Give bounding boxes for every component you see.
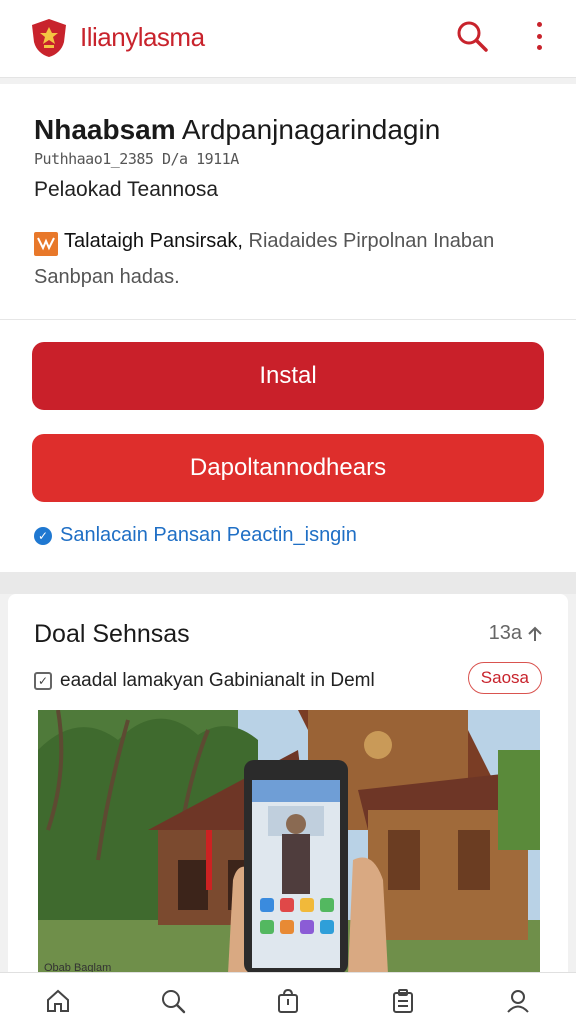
profile-icon	[507, 990, 530, 1013]
house-phone-image	[38, 710, 540, 974]
actions-panel: Instal Dapoltannodhears ✓ Sanlacain Pans…	[0, 320, 576, 572]
search-icon	[161, 990, 185, 1014]
verify-text: Sanlacain Pansan Peactin_isngin	[60, 524, 357, 546]
info-note-bold: Talataigh Pansirsak,	[64, 230, 243, 252]
info-note-muted: Riadaides Pirpolnan Inaban	[248, 230, 495, 252]
app-info-panel: Nhaabsam Ardpanjnagarindagin Puthhaao1_2…	[0, 84, 576, 320]
download-button[interactable]: Dapoltannodhears	[32, 434, 544, 502]
card-row-text: eaadal lamakyan Gabinianalt in Deml	[60, 670, 375, 691]
info-note-line2: Sanbpan hadas.	[34, 266, 180, 288]
top-app-bar: Ilianylasma	[0, 0, 576, 78]
info-note: Talataigh Pansirsak, Riadaides Pirpolnan…	[64, 230, 494, 253]
card-count-value: 13a	[488, 622, 522, 644]
info-heading-light: Ardpanjnagarindagin	[181, 114, 441, 145]
more-vert-icon[interactable]	[528, 18, 550, 54]
checkbox[interactable]: ✓	[34, 672, 52, 690]
info-heading-bold: Nhaabsam	[34, 114, 176, 145]
home-icon	[46, 989, 69, 1012]
nav-clipboard[interactable]	[346, 973, 461, 1024]
search-icon[interactable]	[454, 18, 490, 54]
nav-home[interactable]	[0, 973, 115, 1024]
app-screen: Ilianylasma Nhaabsam Ardpanjnagarindagin…	[0, 0, 576, 1024]
nav-search[interactable]	[115, 973, 230, 1024]
card-title: Doal Sehnsas	[34, 620, 190, 648]
section-divider	[0, 572, 576, 594]
info-heading: Nhaabsam Ardpanjnagarindagin	[34, 114, 440, 146]
install-button[interactable]: Instal	[32, 342, 544, 410]
clipboard-icon	[393, 989, 414, 1013]
info-meta: Puthhaao1_2385 D/a 1911A	[34, 150, 239, 168]
bottom-nav	[0, 972, 576, 1024]
nav-profile[interactable]	[461, 973, 576, 1024]
arrow-up-icon	[528, 626, 542, 641]
bag-icon	[278, 988, 298, 1013]
card-count[interactable]: 13a	[489, 622, 544, 645]
info-subtitle: Pelaokad Teannosa	[34, 178, 219, 201]
app-title: Ilianylasma	[80, 22, 205, 52]
shield-emblem-icon[interactable]	[30, 18, 68, 58]
verified-check-icon: ✓	[34, 526, 52, 545]
notice-icon	[34, 232, 58, 256]
verify-link[interactable]: ✓ Sanlacain Pansan Peactin_isngin	[34, 524, 357, 547]
nav-bag[interactable]	[230, 973, 345, 1024]
status-tag[interactable]: Saosa	[467, 662, 542, 694]
content-card: Doal Sehnsas 13a ✓ eaadal lamakyan Gabin…	[8, 594, 568, 974]
